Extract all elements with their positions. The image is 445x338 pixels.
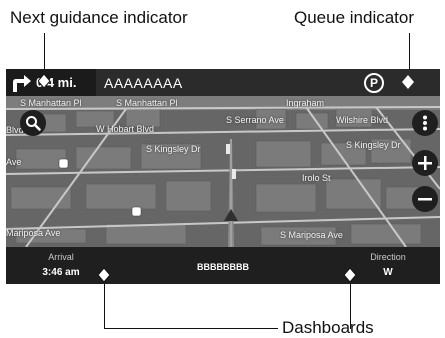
road-label: Wilshire Blvd xyxy=(336,115,389,125)
next-guidance-indicator[interactable]: 0.4 mi. xyxy=(6,69,96,96)
search-icon xyxy=(26,116,41,131)
parking-badge[interactable]: P xyxy=(364,73,384,93)
guidance-bar[interactable]: 0.4 mi. AAAAAAAA P xyxy=(6,69,440,96)
road-label: S Serrano Ave xyxy=(226,115,284,125)
callout-next-guidance: Next guidance indicator xyxy=(10,8,188,27)
next-street-name: AAAAAAAA xyxy=(104,74,183,91)
pointer-arrow-dashboard-right xyxy=(344,268,356,282)
road-label: S Mariposa Ave xyxy=(280,230,343,240)
road-label: S Kingsley Dr xyxy=(146,144,201,154)
pointer-arrow-dashboard-left xyxy=(98,268,110,282)
map-menu-button[interactable] xyxy=(412,110,438,136)
road-label: S Manhattan Pl xyxy=(20,98,82,108)
road-label: S Kingsley Dr xyxy=(346,140,401,150)
plus-icon xyxy=(418,156,432,170)
road-label: S Manhattan Pl xyxy=(116,98,178,108)
road-label: Irolo St xyxy=(302,173,331,183)
minus-icon xyxy=(418,198,432,201)
zoom-out-button[interactable] xyxy=(412,186,438,212)
dashboard-bar: Arrival 3:46 am BBBBBBBB Direction W xyxy=(6,247,440,284)
turn-right-arrow-icon xyxy=(13,74,31,92)
road-label: W Hobart Blvd xyxy=(96,124,155,134)
zoom-in-button[interactable] xyxy=(412,150,438,176)
pointer-arrow-next-guidance xyxy=(38,74,50,88)
leader-dashboards-horizontal xyxy=(104,328,278,329)
road-label: Ave xyxy=(6,157,22,167)
callout-queue: Queue indicator xyxy=(294,8,415,27)
road-label: Ingraham xyxy=(286,98,325,108)
arrival-label: Arrival xyxy=(48,252,74,262)
search-button[interactable] xyxy=(20,110,46,136)
road-label: Mariposa Ave xyxy=(6,228,61,238)
direction-label: Direction xyxy=(370,252,406,262)
dashboard-center-text: BBBBBBBB xyxy=(197,262,249,272)
queue-indicator-icon[interactable] xyxy=(402,75,414,89)
navigation-screen: S Manhattan Pl S Manhattan Pl Ingraham W… xyxy=(6,69,440,284)
more-vertical-icon xyxy=(423,115,427,131)
callout-dashboards: Dashboards xyxy=(282,318,374,337)
